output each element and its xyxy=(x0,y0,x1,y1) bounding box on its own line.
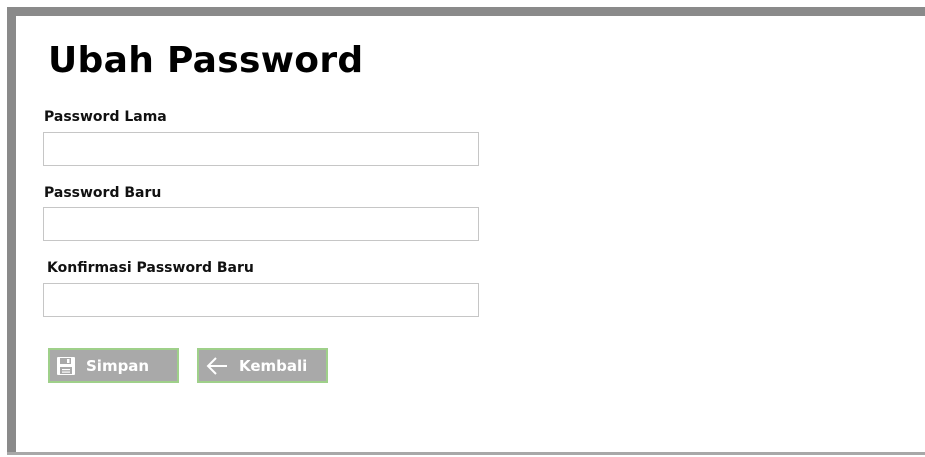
page-container: Ubah Password Password Lama Password Bar… xyxy=(0,0,925,457)
frame-border-left xyxy=(7,7,16,455)
old-password-field[interactable] xyxy=(43,132,479,166)
back-button[interactable]: Kembali xyxy=(197,348,328,383)
arrow-left-icon xyxy=(205,356,229,376)
old-password-label: Password Lama xyxy=(44,109,167,125)
back-button-label: Kembali xyxy=(239,356,308,375)
save-button-label: Simpan xyxy=(86,356,150,375)
confirm-password-field[interactable] xyxy=(43,283,479,317)
confirm-password-label: Konfirmasi Password Baru xyxy=(47,260,254,276)
frame-border-top xyxy=(7,7,925,16)
page-title: Ubah Password xyxy=(48,40,364,81)
save-button[interactable]: Simpan xyxy=(48,348,179,383)
frame-border-bottom xyxy=(7,452,925,455)
new-password-label: Password Baru xyxy=(44,185,162,201)
new-password-field[interactable] xyxy=(43,207,479,241)
floppy-disk-icon xyxy=(56,356,76,376)
